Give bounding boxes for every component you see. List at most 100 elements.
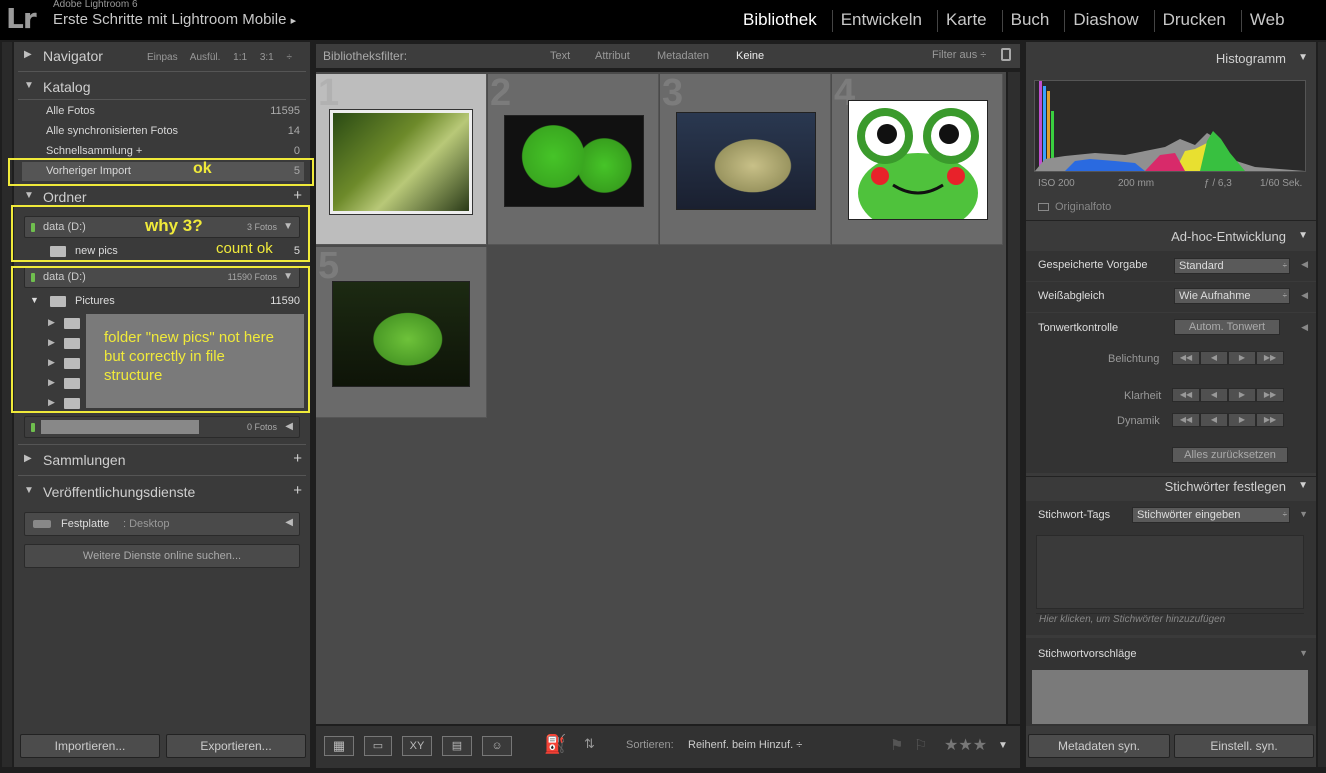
step-up-icon[interactable]: ▶: [1228, 388, 1256, 402]
auto-tone-button[interactable]: Autom. Tonwert: [1174, 319, 1280, 335]
module-library[interactable]: Bibliothek: [735, 10, 833, 32]
sync-metadata-button[interactable]: Metadaten syn.: [1028, 734, 1170, 758]
collapse-left-icon: ◀: [285, 421, 293, 432]
photo-thumbnail[interactable]: [848, 100, 988, 233]
volume-header-3[interactable]: 0 Fotos ◀: [24, 416, 300, 438]
grid-scrollbar[interactable]: [1008, 72, 1020, 724]
find-more-services-button[interactable]: Weitere Dienste online suchen...: [24, 544, 300, 568]
filter-tab-text[interactable]: Text: [550, 50, 570, 62]
publish-header[interactable]: ▼ Veröffentlichungsdienste +: [14, 480, 310, 504]
step-up-icon[interactable]: ▶: [1228, 413, 1256, 427]
collapse-left-icon[interactable]: ◀: [1301, 322, 1308, 333]
expand-down-icon: ▼: [24, 190, 34, 201]
right-panel-scrollbar[interactable]: [1318, 42, 1326, 767]
photo-thumbnail[interactable]: [329, 109, 473, 215]
white-balance-label: Weißabgleich: [1038, 290, 1105, 302]
export-button[interactable]: Exportieren...: [166, 734, 306, 758]
lock-icon[interactable]: [1001, 48, 1011, 61]
filter-tab-attribute[interactable]: Attribut: [595, 50, 630, 62]
module-web[interactable]: Web: [1242, 10, 1300, 32]
catalog-row-synced[interactable]: Alle synchronisierten Fotos 14: [22, 122, 304, 141]
step-down-large-icon[interactable]: ◀◀: [1172, 351, 1200, 365]
keyword-text-area[interactable]: [1036, 535, 1304, 609]
photo-thumbnail[interactable]: [676, 112, 816, 210]
navigator-zoom-options[interactable]: Einpas Ausfül. 1:1 3:1 ÷: [147, 52, 292, 63]
navigator-header[interactable]: ▶ Navigator Einpas Ausfül. 1:1 3:1 ÷: [14, 44, 310, 68]
keywording-header[interactable]: Stichwörter festlegen ▼: [1026, 474, 1316, 498]
filter-tab-metadata[interactable]: Metadaten: [657, 50, 709, 62]
add-collection-icon[interactable]: +: [293, 450, 302, 467]
catalog-header[interactable]: ▼ Katalog: [14, 75, 310, 99]
photo-thumbnail[interactable]: [504, 115, 644, 207]
grid-view-icon[interactable]: ▦: [324, 736, 354, 756]
collapse-left-icon[interactable]: ◀: [1301, 259, 1308, 270]
filter-tab-none[interactable]: Keine: [736, 50, 764, 62]
sort-direction-icon[interactable]: ⇅: [584, 736, 595, 752]
quick-develop-header[interactable]: Ad-hoc-Entwicklung ▼: [1026, 224, 1316, 248]
row-count: 11595: [270, 105, 300, 117]
grid-cell-5[interactable]: 5: [316, 245, 487, 418]
expand-down-icon[interactable]: ▼: [1299, 509, 1308, 519]
grid-cell-3[interactable]: 3: [660, 72, 831, 245]
histogram-chart[interactable]: [1034, 80, 1306, 172]
grid-cell-4[interactable]: 4: [832, 72, 1003, 245]
compare-view-icon[interactable]: XY: [402, 736, 432, 756]
original-photo-checkbox[interactable]: [1038, 203, 1049, 211]
toolbar-options-icon[interactable]: ▼: [998, 740, 1008, 751]
filter-preset-dropdown[interactable]: Filter aus ÷: [932, 49, 986, 61]
catalog-row-all-photos[interactable]: Alle Fotos 11595: [22, 102, 304, 121]
app-version: Adobe Lightroom 6: [53, 0, 138, 10]
step-up-large-icon[interactable]: ▶▶: [1256, 351, 1284, 365]
sort-order-dropdown[interactable]: Reihenf. beim Hinzuf. ÷: [688, 739, 802, 751]
step-up-large-icon[interactable]: ▶▶: [1256, 413, 1284, 427]
import-button[interactable]: Importieren...: [20, 734, 160, 758]
module-slideshow[interactable]: Diashow: [1065, 10, 1155, 32]
module-print[interactable]: Drucken: [1155, 10, 1242, 32]
clarity-stepper[interactable]: ◀◀ ◀ ▶ ▶▶: [1172, 388, 1284, 402]
rating-stars-icon[interactable]: ★★★: [944, 735, 987, 755]
add-publish-icon[interactable]: +: [293, 482, 302, 499]
step-down-icon[interactable]: ◀: [1200, 388, 1228, 402]
exposure-stepper[interactable]: ◀◀ ◀ ▶ ▶▶: [1172, 351, 1284, 365]
expand-down-icon[interactable]: ▼: [1299, 648, 1308, 658]
loupe-view-icon[interactable]: ▭: [364, 736, 392, 756]
step-down-icon[interactable]: ◀: [1200, 351, 1228, 365]
step-down-icon[interactable]: ◀: [1200, 413, 1228, 427]
white-balance-dropdown[interactable]: Wie Aufnahme ÷: [1174, 288, 1290, 304]
vibrance-stepper[interactable]: ◀◀ ◀ ▶ ▶▶: [1172, 413, 1284, 427]
module-map[interactable]: Karte: [938, 10, 1003, 32]
painter-icon[interactable]: ⛽: [544, 734, 566, 755]
step-down-large-icon[interactable]: ◀◀: [1172, 413, 1200, 427]
collapse-left-icon[interactable]: ◀: [1301, 290, 1308, 301]
collections-header[interactable]: ▶ Sammlungen +: [14, 448, 310, 472]
vibrance-label: Dynamik: [1117, 415, 1160, 427]
step-up-icon[interactable]: ▶: [1228, 351, 1256, 365]
reset-all-button[interactable]: Alles zurücksetzen: [1172, 447, 1288, 463]
step-up-large-icon[interactable]: ▶▶: [1256, 388, 1284, 402]
keywording-label: Stichwörter festlegen: [1164, 479, 1286, 494]
module-develop[interactable]: Entwickeln: [833, 10, 938, 32]
module-picker: Bibliothek Entwickeln Karte Buch Diashow…: [735, 10, 1300, 32]
grid-cell-2[interactable]: 2: [488, 72, 659, 245]
keyword-suggestions-area[interactable]: [1032, 670, 1308, 724]
catalog-title[interactable]: Erste Schritte mit Lightroom Mobile ▸: [53, 11, 296, 28]
dropdown-arrow-icon: ÷: [1282, 261, 1287, 270]
add-folder-icon[interactable]: +: [293, 187, 302, 204]
sync-settings-button[interactable]: Einstell. syn.: [1174, 734, 1314, 758]
histogram-header[interactable]: Histogramm ▼: [1026, 46, 1316, 70]
exif-iso: ISO 200: [1038, 178, 1075, 189]
people-view-icon[interactable]: ☺: [482, 736, 512, 756]
keyword-hint-field[interactable]: Hier klicken, um Stichwörter hinzuzufüge…: [1036, 613, 1304, 629]
reject-flag-icon[interactable]: ⚐: [914, 736, 927, 754]
keyword-tags-dropdown[interactable]: Stichwörter eingeben ÷: [1132, 507, 1290, 523]
photo-thumbnail[interactable]: [332, 281, 470, 387]
publish-service-harddisk[interactable]: Festplatte : Desktop ◀: [24, 512, 300, 536]
saved-preset-dropdown[interactable]: Standard ÷: [1174, 258, 1290, 274]
grid-cell-1[interactable]: 1: [316, 72, 487, 245]
expand-down-icon: ▼: [24, 485, 34, 496]
flag-icon[interactable]: ⚑: [890, 736, 903, 754]
survey-view-icon[interactable]: ▤: [442, 736, 472, 756]
keyword-tags-group: Stichwort-Tags Stichwörter eingeben ÷ ▼ H…: [1026, 501, 1316, 635]
step-down-large-icon[interactable]: ◀◀: [1172, 388, 1200, 402]
module-book[interactable]: Buch: [1003, 10, 1066, 32]
